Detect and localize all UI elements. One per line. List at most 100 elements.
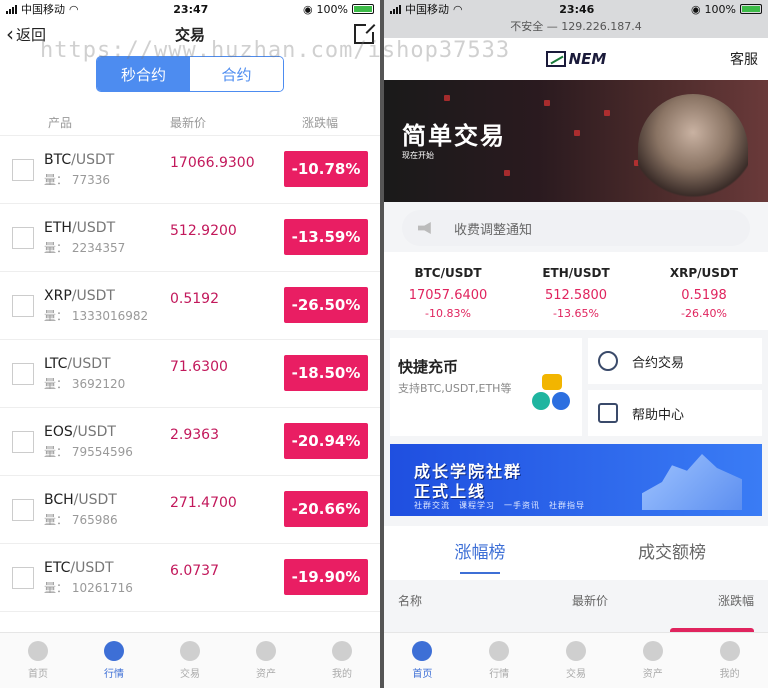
pair-quote: /USDT [70, 559, 114, 576]
tab-second-contract[interactable]: 秒合约 [97, 57, 190, 91]
change-badge[interactable]: -18.50% [284, 355, 368, 391]
ad-line-3: 社群交流 课程学习 一手资讯 社群指导 [414, 501, 585, 510]
alarm-icon: ◉ [302, 2, 313, 16]
market-row[interactable]: LTC/USDT 量： 3692120 71.6300 -18.50% [0, 340, 380, 408]
pair-volume: 量： 1333016982 [44, 308, 149, 323]
city-illustration [642, 454, 742, 510]
row-checkbox[interactable] [12, 362, 34, 385]
tab-volume[interactable]: 成交额榜 [576, 526, 768, 580]
chevron-left-icon: ‹ [6, 22, 14, 46]
community-ad-banner[interactable]: 成长学院社群 正式上线 社群交流 课程学习 一手资讯 社群指导 [390, 444, 762, 516]
pair-name: BCH/USDT [44, 492, 170, 508]
market-row[interactable]: XRP/USDT 量： 1333016982 0.5192 -26.50% [0, 272, 380, 340]
change-badge[interactable]: -10.78% [284, 151, 368, 187]
change-badge[interactable]: -26.50% [284, 287, 368, 323]
row-checkbox[interactable] [12, 226, 34, 249]
tab-item[interactable]: 我的 [691, 633, 768, 688]
quick-links: 快捷充币 支持BTC,USDT,ETH等 合约交易 帮助中心 [384, 330, 768, 436]
pair-cell: LTC/USDT 量： 3692120 [44, 356, 170, 392]
recharge-desc: 支持BTC,USDT,ETH等 [398, 382, 512, 395]
alarm-icon: ◉ [690, 2, 701, 16]
pair-cell: EOS/USDT 量： 79554596 [44, 424, 170, 460]
customer-service-button[interactable]: 客服 [730, 49, 758, 69]
market-row[interactable]: BCH/USDT 量： 765986 271.4700 -20.66% [0, 476, 380, 544]
tab-item[interactable]: 资产 [228, 633, 304, 688]
tab-label: 我的 [719, 669, 740, 680]
left-screen: 中国移动 ◠ 23:47 ◉ 100% ‹ 返回 交易 秒合约 合约 产品 最新… [0, 0, 380, 688]
change-badge[interactable]: -20.66% [284, 491, 368, 527]
carrier-label: 中国移动 [405, 3, 449, 16]
status-bar: 中国移动 ◠ 23:46 ◉ 100% [384, 0, 768, 18]
tab-item[interactable]: 首页 [384, 633, 461, 688]
battery-percent: 100% [704, 2, 736, 16]
tab-item[interactable]: 行情 [76, 633, 152, 688]
market-row[interactable]: BTC/USDT 量： 77336 17066.9300 -10.78% [0, 136, 380, 204]
exchange-icon [598, 351, 618, 371]
ticker-item[interactable]: XRP/USDT 0.5198 -26.40% [640, 266, 768, 320]
row-checkbox[interactable] [12, 294, 34, 317]
pair-cell: BTC/USDT 量： 77336 [44, 152, 170, 188]
tab-item[interactable]: 交易 [152, 633, 228, 688]
row-checkbox[interactable] [12, 430, 34, 453]
tab-icon [642, 641, 663, 661]
ranking-header: 名称 最新价 涨跌幅 [384, 580, 768, 621]
row-checkbox[interactable] [12, 566, 34, 589]
hero-banner[interactable]: 简单交易 现在开始 [384, 80, 768, 202]
back-button[interactable]: ‹ 返回 [6, 22, 46, 46]
tab-icon [28, 641, 48, 661]
contract-type-switch: 秒合约 合约 [96, 56, 284, 92]
tab-label: 交易 [565, 669, 586, 680]
change-badge[interactable]: -19.90% [284, 559, 368, 595]
share-icon[interactable] [354, 22, 376, 44]
ticker-price: 17057.6400 [408, 288, 488, 303]
tab-item[interactable]: 我的 [304, 633, 380, 688]
row-checkbox[interactable] [12, 498, 34, 521]
tab-item[interactable]: 交易 [538, 633, 615, 688]
ticker-price: 512.5800 [544, 288, 608, 303]
speaker-icon [418, 222, 431, 234]
right-screen: 中国移动 ◠ 23:46 ◉ 100% 不安全 — 129.226.187.4 … [384, 0, 768, 688]
pair-cell: ETH/USDT 量： 2234357 [44, 220, 170, 256]
market-row[interactable]: ETH/USDT 量： 2234357 512.9200 -13.59% [0, 204, 380, 272]
change-badge[interactable]: -20.94% [284, 423, 368, 459]
brand-name: NEM [568, 50, 607, 68]
ticker-change: -10.83% [425, 307, 471, 320]
home-header: NEM 客服 [384, 38, 768, 80]
brand-logo: NEM [545, 50, 607, 68]
notice-bar[interactable]: 收费调整通知 [402, 210, 750, 246]
tab-item[interactable]: 行情 [461, 633, 538, 688]
tab-icon [489, 641, 510, 661]
market-list: BTC/USDT 量： 77336 17066.9300 -10.78% ETH/USD… [0, 136, 380, 612]
pair-quote: /USDT [71, 219, 116, 236]
book-icon [598, 403, 618, 423]
tab-gainers[interactable]: 涨幅榜 [384, 526, 576, 580]
ticker-pair: BTC/USDT [414, 266, 482, 280]
coins-icon [532, 374, 572, 414]
tab-item[interactable]: 首页 [0, 633, 76, 688]
change-badge[interactable]: -13.59% [284, 219, 368, 255]
tab-icon [332, 641, 352, 661]
pair-quote: /USDT [72, 423, 116, 440]
tab-label: 行情 [104, 669, 124, 680]
wifi-icon: ◠ [69, 2, 79, 16]
pair-name: BTC/USDT [44, 152, 170, 168]
ticker-item[interactable]: BTC/USDT 17057.6400 -10.83% [384, 266, 512, 320]
pair-quote: /USDT [73, 491, 117, 508]
pair-name: ETC/USDT [44, 560, 170, 576]
pair-base: XRP [44, 287, 72, 304]
market-row[interactable]: ETC/USDT 量： 10261716 6.0737 -19.90% [0, 544, 380, 612]
row-checkbox[interactable] [12, 158, 34, 181]
page-title: 交易 [174, 25, 205, 44]
pair-volume: 量： 2234357 [44, 240, 126, 255]
pair-volume: 量： 77336 [44, 172, 110, 187]
url-bar[interactable]: 不安全 — 129.226.187.4 [384, 18, 768, 38]
help-center-link[interactable]: 帮助中心 [588, 390, 762, 436]
col-name: 名称 [398, 594, 423, 608]
ticker-pair: ETH/USDT [542, 266, 610, 280]
contract-trading-link[interactable]: 合约交易 [588, 338, 762, 384]
tab-contract[interactable]: 合约 [190, 57, 283, 91]
market-row[interactable]: EOS/USDT 量： 79554596 2.9363 -20.94% [0, 408, 380, 476]
ticker-item[interactable]: ETH/USDT 512.5800 -13.65% [512, 266, 640, 320]
tab-item[interactable]: 资产 [614, 633, 691, 688]
quick-recharge-card[interactable]: 快捷充币 支持BTC,USDT,ETH等 [390, 338, 582, 436]
